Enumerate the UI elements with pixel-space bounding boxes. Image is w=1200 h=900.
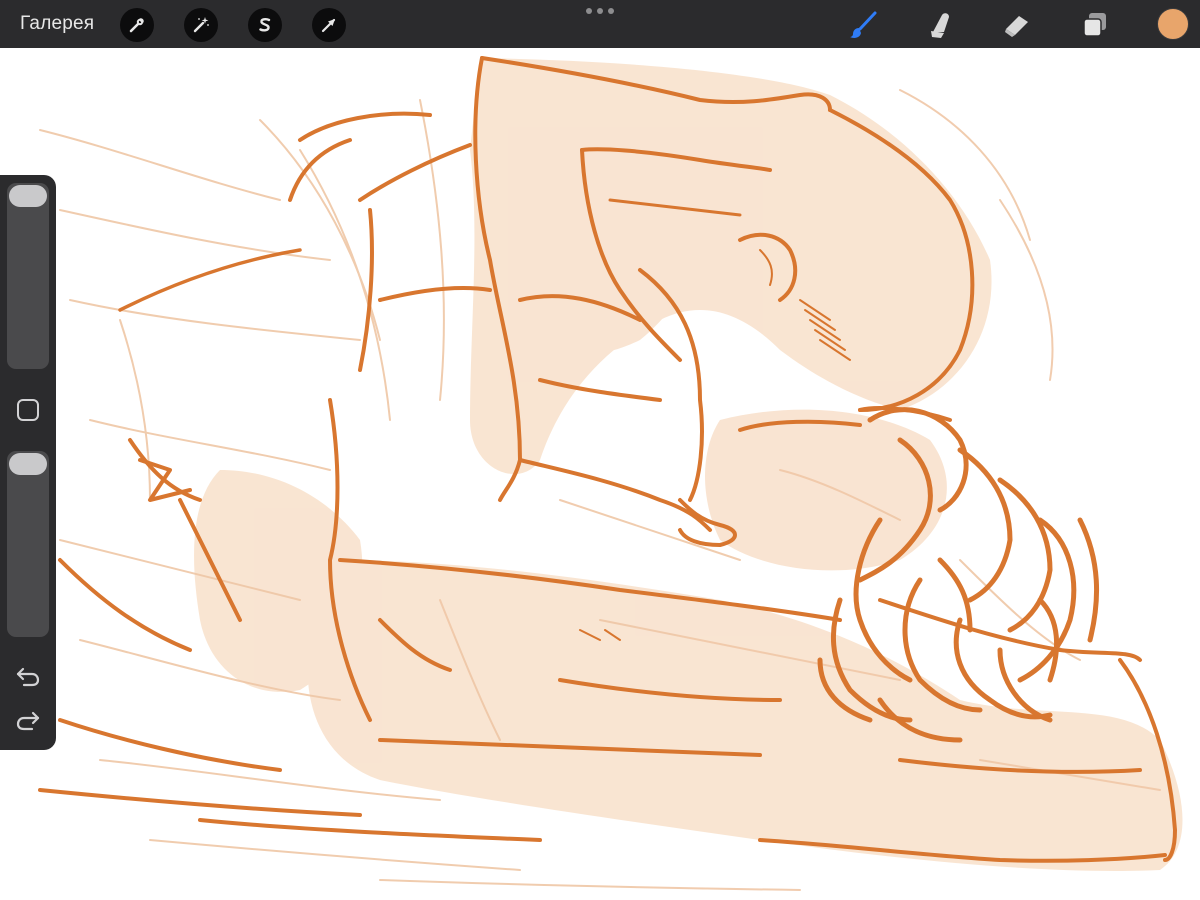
selection-s-icon (259, 17, 271, 32)
modify-button[interactable] (16, 398, 40, 422)
smudge-tool-button[interactable] (922, 8, 956, 42)
brush-icon (850, 11, 877, 38)
opacity-thumb[interactable] (9, 453, 47, 475)
redo-button[interactable] (14, 709, 42, 731)
selection-button[interactable] (248, 8, 282, 42)
side-toolbar (0, 175, 56, 750)
drawing-canvas[interactable] (0, 0, 1200, 900)
adjustments-button[interactable] (184, 8, 218, 42)
smudge-icon (931, 13, 949, 38)
transform-button[interactable] (312, 8, 346, 42)
brush-tool-button[interactable] (846, 8, 880, 42)
dot-icon (586, 8, 592, 14)
dot-icon (597, 8, 603, 14)
redo-icon (16, 711, 40, 731)
layers-button[interactable] (1078, 8, 1112, 42)
brush-size-slider[interactable] (7, 183, 49, 369)
top-toolbar: Галерея (0, 0, 1200, 48)
eraser-icon (1005, 16, 1028, 37)
wrench-icon (129, 18, 144, 33)
color-picker-button[interactable] (1157, 8, 1189, 40)
undo-icon (16, 667, 40, 687)
undo-button[interactable] (14, 665, 42, 687)
layers-icon (1083, 13, 1106, 37)
more-options-handle[interactable] (586, 8, 614, 16)
square-icon (17, 399, 39, 421)
actions-button[interactable] (120, 8, 154, 42)
sketch-artwork (38, 56, 1183, 891)
eraser-tool-button[interactable] (1000, 8, 1034, 42)
dot-icon (608, 8, 614, 14)
arrow-cursor-icon (321, 18, 336, 33)
gallery-button[interactable]: Галерея (20, 13, 94, 35)
brush-size-thumb[interactable] (9, 185, 47, 207)
opacity-slider[interactable] (7, 451, 49, 637)
magic-wand-icon (193, 17, 209, 33)
